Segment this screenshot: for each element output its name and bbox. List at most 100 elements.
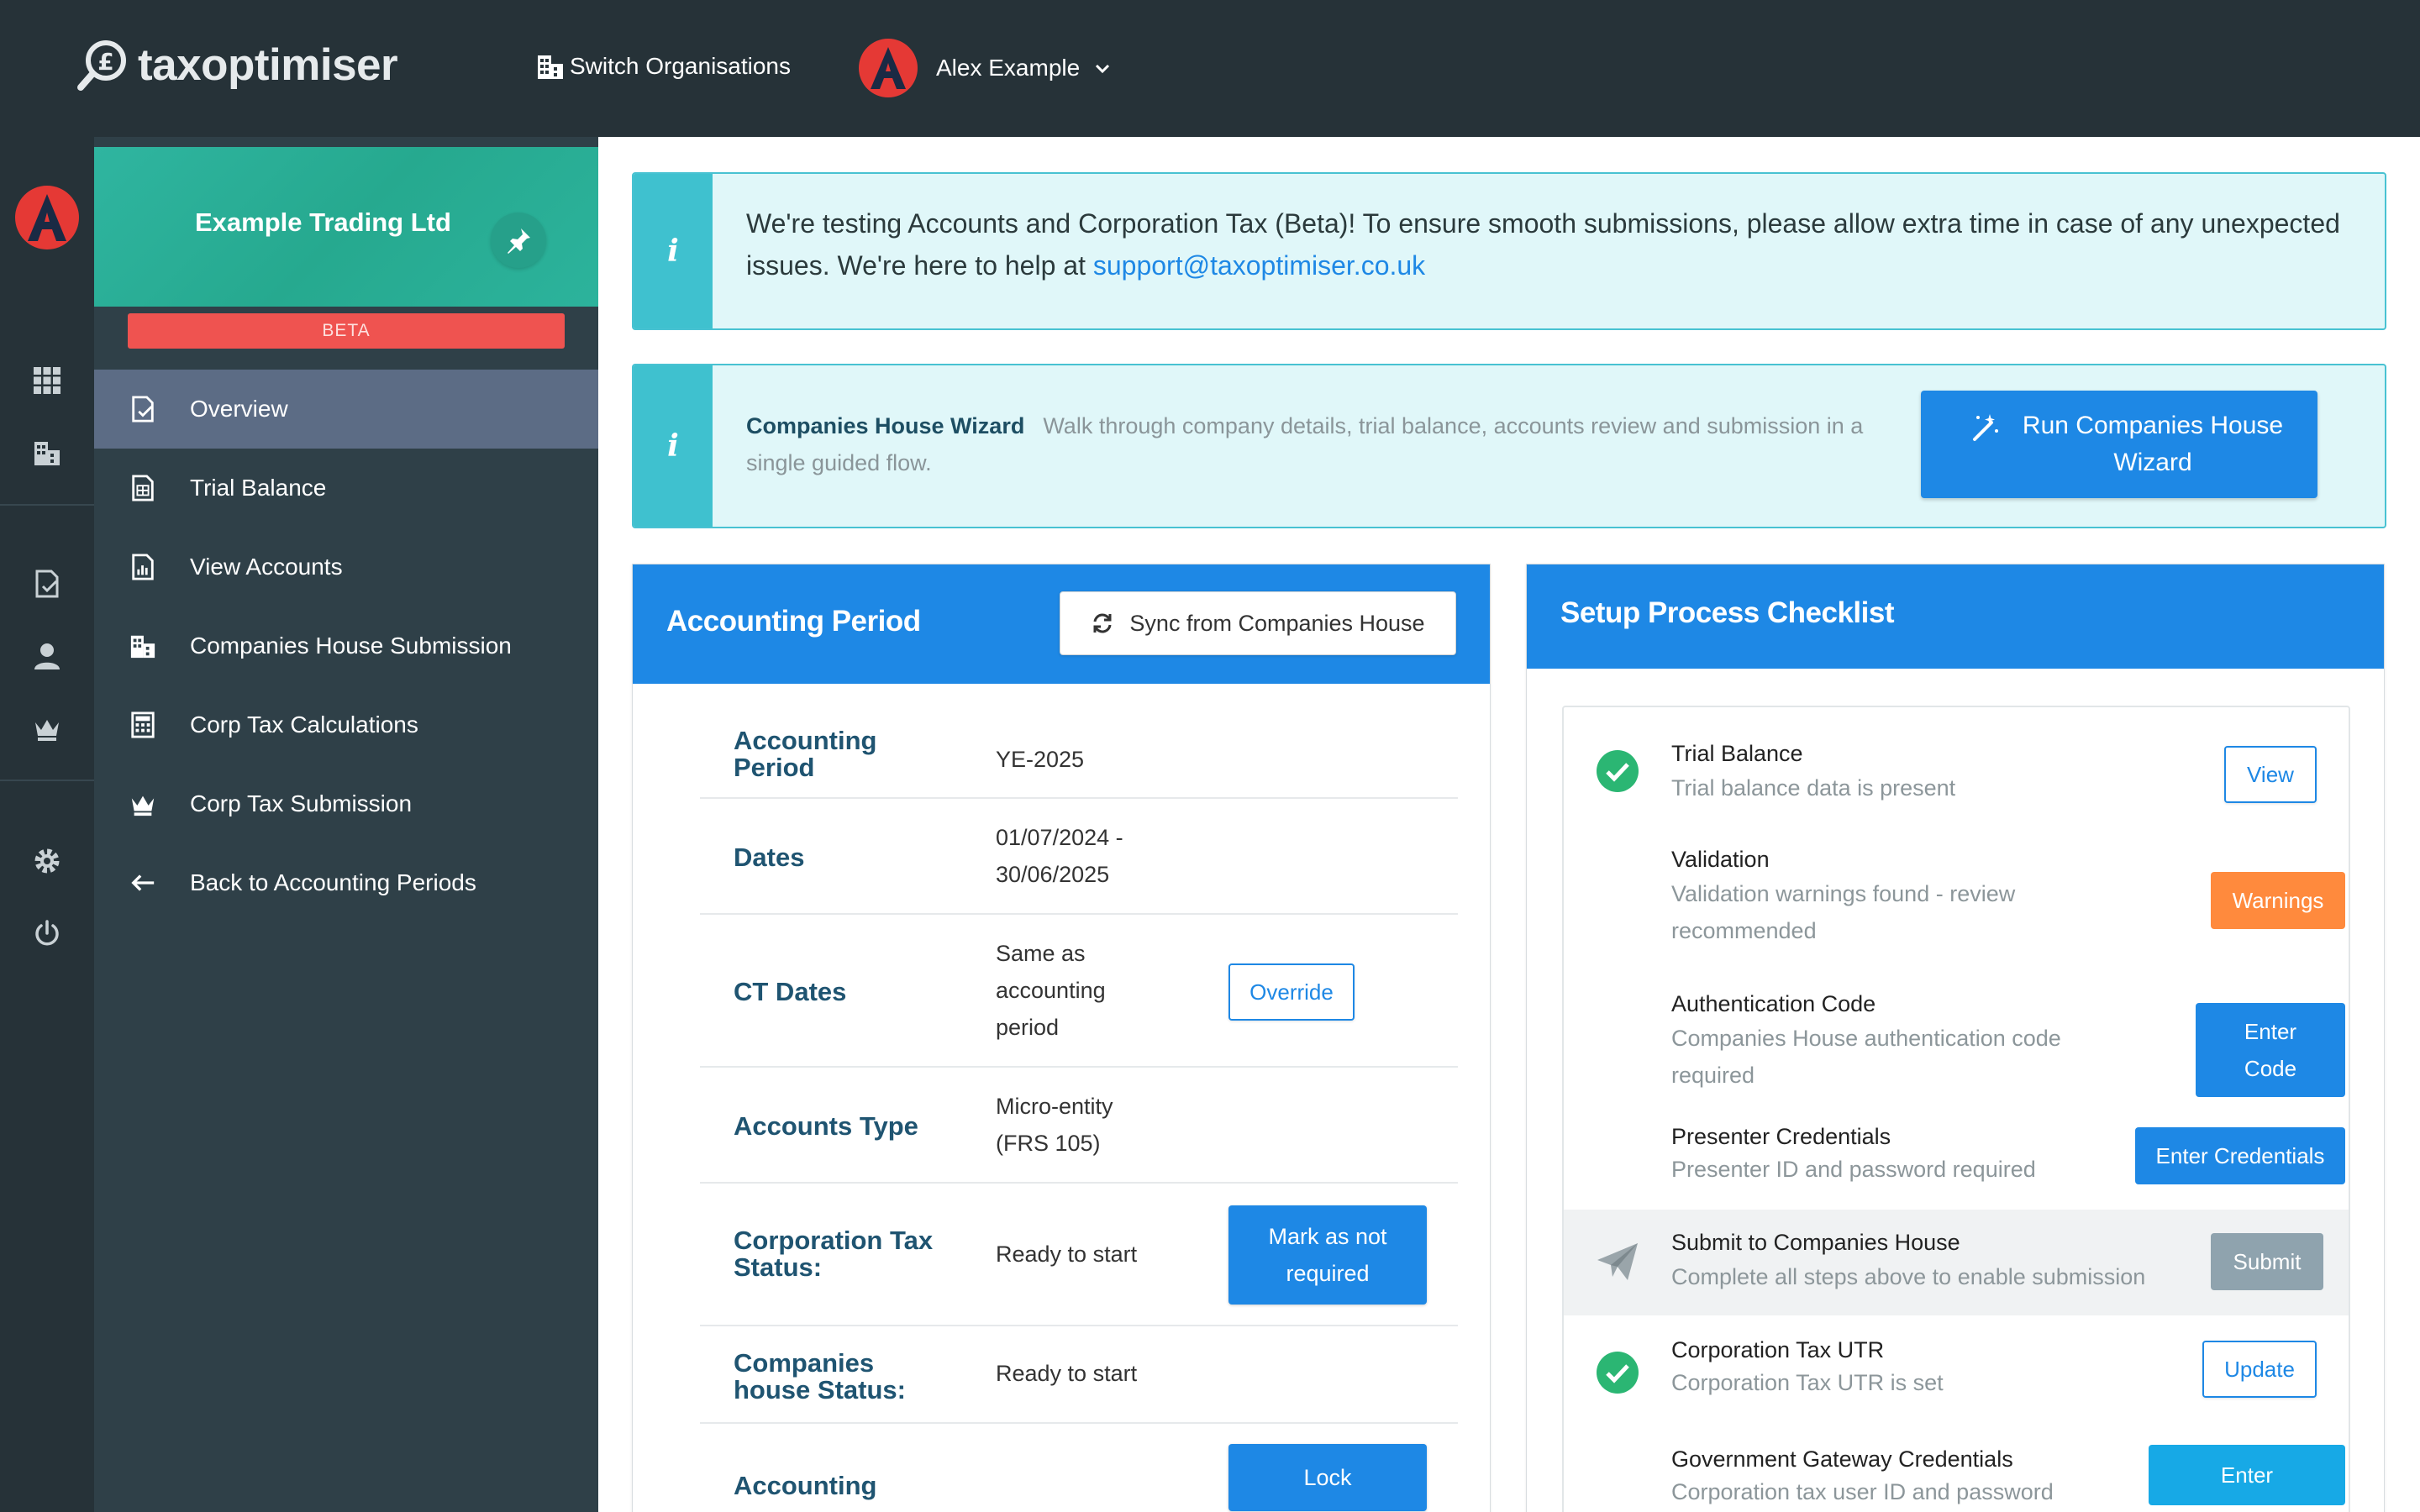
sidebar-item-label: Companies House Submission bbox=[190, 633, 512, 659]
avatar[interactable] bbox=[15, 186, 79, 249]
item-description: Trial balance data is present bbox=[1671, 775, 1956, 801]
row-accounting-period: Accounting Period YE-2025 bbox=[700, 684, 1458, 799]
sidebar-item-view-accounts[interactable]: View Accounts bbox=[94, 528, 598, 606]
check-circle-icon bbox=[1597, 1352, 1639, 1394]
checklist-item-authentication-code: Authentication Code Companies House auth… bbox=[1564, 958, 2349, 1102]
check-circle-icon bbox=[1597, 750, 1639, 792]
magic-wand-icon bbox=[1968, 411, 2002, 444]
row-label: Accounting bbox=[734, 1471, 877, 1500]
row-label: CT Dates bbox=[734, 977, 847, 1006]
row-dates: Dates 01/07/2024 - 30/06/2025 bbox=[700, 799, 1458, 915]
org-name: Example Trading Ltd bbox=[195, 207, 451, 237]
rail-divider bbox=[0, 504, 94, 506]
row-ct-dates: CT Dates Same as accounting period Overr… bbox=[700, 915, 1458, 1068]
sidebar-item-corp-tax-calculations[interactable]: Corp Tax Calculations bbox=[94, 685, 598, 764]
calculator-icon bbox=[126, 711, 160, 738]
row-companies-house-status: Companies house Status: Ready to start bbox=[700, 1326, 1458, 1424]
accounting-period-card: Accounting Period Sync from Companies Ho… bbox=[632, 564, 1491, 1512]
item-title: Corporation Tax UTR bbox=[1671, 1337, 1885, 1362]
mark-not-required-button[interactable]: Mark as not required bbox=[1228, 1205, 1427, 1305]
checklist-item-submit-companies-house: Submit to Companies House Complete all s… bbox=[1564, 1210, 2349, 1315]
card-header: Accounting Period Sync from Companies Ho… bbox=[633, 564, 1490, 684]
lock-button[interactable]: Lock bbox=[1228, 1444, 1427, 1511]
buildings-icon[interactable] bbox=[30, 436, 64, 470]
row-value: Ready to start bbox=[996, 1361, 1138, 1386]
row-label: Accounting Period bbox=[734, 726, 877, 782]
item-title: Trial Balance bbox=[1671, 741, 1803, 766]
beta-info-message: We're testing Accounts and Corporation T… bbox=[746, 202, 2360, 286]
crown-icon[interactable] bbox=[30, 711, 64, 745]
view-button[interactable]: View bbox=[2224, 746, 2317, 803]
beta-badge: BETA bbox=[128, 313, 565, 349]
sidebar-item-back-to-accounting-periods[interactable]: Back to Accounting Periods bbox=[94, 843, 598, 922]
sidebar: Example Trading Ltd BETA Overview Trial … bbox=[94, 137, 598, 1512]
item-description: Corporation tax user ID and password bbox=[1671, 1479, 2054, 1504]
run-wizard-button[interactable]: Run Companies House Wizard bbox=[1921, 391, 2317, 498]
svg-text:£: £ bbox=[97, 48, 113, 76]
beta-info-text: We're testing Accounts and Corporation T… bbox=[746, 208, 2340, 281]
switch-organisations-label: Switch Organisations bbox=[570, 53, 792, 79]
row-value: 01/07/2024 - 30/06/2025 bbox=[996, 825, 1123, 887]
enter-credentials-button[interactable]: Enter Credentials bbox=[2135, 1127, 2345, 1184]
sync-companies-house-button[interactable]: Sync from Companies House bbox=[1060, 591, 1456, 655]
row-accounts-type: Accounts Type Micro-entity (FRS 105) bbox=[700, 1068, 1458, 1184]
item-description: Presenter ID and password required bbox=[1671, 1157, 2036, 1182]
pin-button[interactable] bbox=[491, 213, 546, 268]
row-value: Ready to start bbox=[996, 1242, 1138, 1267]
setup-checklist-card: Setup Process Checklist Trial Balance Tr… bbox=[1526, 564, 2385, 1512]
sidebar-item-label: View Accounts bbox=[190, 554, 343, 580]
power-icon[interactable] bbox=[30, 916, 64, 950]
item-title: Authentication Code bbox=[1671, 991, 1876, 1016]
crown-icon bbox=[126, 790, 160, 817]
item-title: Validation bbox=[1671, 847, 1770, 872]
row-label: Corporation Tax Status: bbox=[734, 1226, 934, 1282]
checklist-list: Trial Balance Trial balance data is pres… bbox=[1562, 706, 2350, 1512]
enter-gateway-button[interactable]: Enter bbox=[2149, 1445, 2345, 1505]
info-icon: i bbox=[634, 174, 713, 328]
card-title: Setup Process Checklist bbox=[1560, 596, 1895, 629]
sidebar-item-trial-balance[interactable]: Trial Balance bbox=[94, 449, 598, 528]
override-button[interactable]: Override bbox=[1228, 963, 1355, 1021]
item-title: Submit to Companies House bbox=[1671, 1230, 1960, 1255]
enter-code-button[interactable]: Enter Code bbox=[2196, 1003, 2345, 1097]
gear-icon[interactable] bbox=[30, 844, 64, 878]
wizard-info-message: Companies House Wizard Walk through compa… bbox=[746, 407, 1923, 481]
row-value: Micro-entity (FRS 105) bbox=[996, 1094, 1113, 1156]
row-accounting-lock: Accounting Lock bbox=[700, 1424, 1458, 1512]
support-email-link[interactable]: support@taxoptimiser.co.uk bbox=[1093, 250, 1425, 281]
top-bar: £ taxoptimiser Switch Organisations Alex… bbox=[0, 0, 2420, 137]
update-button[interactable]: Update bbox=[2202, 1341, 2317, 1398]
main-content: i We're testing Accounts and Corporation… bbox=[598, 137, 2420, 1512]
row-value: Same as accounting period bbox=[996, 941, 1106, 1040]
sidebar-item-companies-house-submission[interactable]: Companies House Submission bbox=[94, 606, 598, 685]
row-label: Dates bbox=[734, 843, 805, 872]
checklist-item-validation: Validation Validation warnings found - r… bbox=[1564, 813, 2349, 958]
logo[interactable]: £ taxoptimiser bbox=[76, 35, 398, 94]
sync-button-label: Sync from Companies House bbox=[1129, 610, 1425, 636]
buildings-icon bbox=[536, 52, 565, 81]
switch-organisations-link[interactable]: Switch Organisations bbox=[536, 52, 791, 81]
sidebar-item-corp-tax-submission[interactable]: Corp Tax Submission bbox=[94, 764, 598, 843]
user-name: Alex Example bbox=[936, 55, 1081, 81]
document-check-icon[interactable] bbox=[30, 567, 64, 601]
card-title: Accounting Period bbox=[666, 605, 921, 638]
info-icon: i bbox=[634, 365, 713, 527]
item-description: Validation warnings found - review recom… bbox=[1671, 881, 2016, 943]
submit-button[interactable]: Submit bbox=[2211, 1233, 2323, 1290]
wizard-title: Companies House Wizard bbox=[746, 413, 1025, 438]
sidebar-nav: Overview Trial Balance View Accounts Com… bbox=[94, 370, 598, 922]
checklist-item-presenter-credentials: Presenter Credentials Presenter ID and p… bbox=[1564, 1102, 2349, 1210]
user-icon[interactable] bbox=[30, 639, 64, 673]
sidebar-item-label: Corp Tax Submission bbox=[190, 790, 413, 816]
checklist-item-trial-balance: Trial Balance Trial balance data is pres… bbox=[1564, 707, 2349, 813]
pin-icon bbox=[508, 228, 530, 254]
paper-plane-icon bbox=[1597, 1243, 1638, 1280]
chevron-down-icon bbox=[1093, 59, 1112, 77]
warnings-button[interactable]: Warnings bbox=[2211, 872, 2345, 929]
sidebar-item-overview[interactable]: Overview bbox=[94, 370, 598, 449]
org-header: Example Trading Ltd bbox=[94, 147, 598, 307]
row-label: Companies house Status: bbox=[734, 1348, 906, 1404]
apps-grid-icon[interactable] bbox=[30, 364, 64, 397]
user-menu[interactable]: Alex Example bbox=[859, 39, 1112, 97]
row-value: YE-2025 bbox=[996, 747, 1085, 772]
